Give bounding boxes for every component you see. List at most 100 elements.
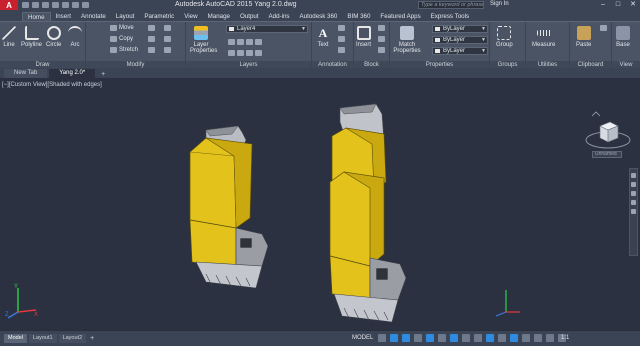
tab-manage[interactable]: Manage: [203, 12, 235, 21]
layer-thaw-icon[interactable]: [246, 50, 253, 56]
layer-on-icon[interactable]: [228, 50, 235, 56]
viewport-controls-label[interactable]: [−][Custom View][Shaded with edges]: [2, 82, 102, 88]
tab-insert[interactable]: Insert: [51, 12, 76, 21]
object-snap-icon[interactable]: [450, 334, 458, 342]
model-space-toggle[interactable]: MODEL: [352, 335, 373, 341]
dynamic-ucs-icon[interactable]: [510, 334, 518, 342]
group-button[interactable]: Group: [496, 24, 513, 48]
save-as-icon[interactable]: [52, 2, 59, 8]
doc-tab-yang[interactable]: Yang 2.0*: [49, 69, 96, 78]
right-part-model[interactable]: [329, 103, 407, 323]
add-layout-button[interactable]: +: [88, 334, 96, 343]
linetype-dropdown[interactable]: ByLayer ▼: [432, 47, 488, 55]
color-dropdown[interactable]: ByLayer ▼: [432, 25, 488, 33]
maximize-button[interactable]: □: [613, 0, 623, 10]
layout-tab-model[interactable]: Model: [4, 334, 27, 343]
tab-view[interactable]: View: [179, 12, 202, 21]
annotation-scale[interactable]: 1:1: [561, 335, 569, 341]
array-button[interactable]: [164, 47, 171, 53]
layer-lock-icon[interactable]: [255, 39, 262, 45]
tab-annotate[interactable]: Annotate: [76, 12, 111, 21]
minimize-button[interactable]: –: [598, 0, 608, 10]
layout-tab-layout2[interactable]: Layout2: [58, 334, 87, 343]
layer-off-icon[interactable]: [228, 39, 235, 45]
cut-button[interactable]: [600, 25, 607, 31]
tab-bim-360[interactable]: BIM 360: [342, 12, 375, 21]
named-views-dropdown[interactable]: Unnamed: [592, 151, 622, 158]
edit-block-button[interactable]: [378, 36, 385, 42]
orbit-icon[interactable]: [631, 200, 636, 205]
trim-button[interactable]: [164, 25, 171, 31]
layer-unisolate-icon[interactable]: [237, 50, 244, 56]
lineweight-icon[interactable]: [462, 334, 470, 342]
table-button[interactable]: [338, 47, 345, 53]
tab-parametric[interactable]: Parametric: [139, 12, 179, 21]
leader-button[interactable]: [338, 36, 345, 42]
showmotion-icon[interactable]: [631, 209, 636, 214]
polar-tracking-icon[interactable]: [414, 334, 422, 342]
measure-button[interactable]: Measure: [532, 24, 555, 48]
tab-autodesk-360[interactable]: Autodesk 360: [295, 12, 343, 21]
gizmo-icon[interactable]: [534, 334, 542, 342]
tab-add-ins[interactable]: Add-ins: [264, 12, 295, 21]
lineweight-dropdown[interactable]: ByLayer ▼: [432, 36, 488, 44]
add-document-tab-button[interactable]: +: [97, 71, 109, 78]
grid-icon[interactable]: [378, 334, 386, 342]
tab-layout[interactable]: Layout: [111, 12, 140, 21]
stretch-button[interactable]: Stretch: [110, 47, 138, 53]
layer-properties-button[interactable]: Layer Properties: [190, 24, 217, 54]
open-file-icon[interactable]: [32, 2, 39, 8]
polyline-tool[interactable]: Polyline: [21, 24, 42, 48]
left-part-model[interactable]: [189, 125, 269, 289]
paste-button[interactable]: Paste: [576, 24, 591, 48]
doc-tab-new-tab[interactable]: New Tab: [4, 69, 48, 78]
pan-icon[interactable]: [631, 182, 636, 187]
line-tool[interactable]: Line: [2, 24, 16, 48]
circle-tool[interactable]: Circle: [46, 24, 61, 48]
layer-dropdown[interactable]: Layer4 ▼: [226, 25, 308, 33]
undo-icon[interactable]: [72, 2, 79, 8]
mirror-button[interactable]: [148, 36, 155, 42]
edit-attributes-button[interactable]: [378, 47, 385, 53]
3d-osnap-icon[interactable]: [498, 334, 506, 342]
ortho-icon[interactable]: [402, 334, 410, 342]
tab-home[interactable]: Home: [22, 12, 51, 21]
selection-filter-icon[interactable]: [522, 334, 530, 342]
snap-icon[interactable]: [390, 334, 398, 342]
fillet-button[interactable]: [164, 36, 171, 42]
base-view-button[interactable]: Base: [616, 24, 630, 48]
layer-unlock-icon[interactable]: [255, 50, 262, 56]
move-button[interactable]: Move: [110, 25, 134, 31]
new-file-icon[interactable]: [22, 2, 29, 8]
zoom-icon[interactable]: [631, 191, 636, 196]
dimension-button[interactable]: [338, 25, 345, 31]
plot-icon[interactable]: [62, 2, 69, 8]
text-button[interactable]: A Text: [316, 24, 330, 48]
selection-cycling-icon[interactable]: [486, 334, 494, 342]
create-block-button[interactable]: [378, 25, 385, 31]
layer-isolate-icon[interactable]: [237, 39, 244, 45]
save-icon[interactable]: [42, 2, 49, 8]
tab-express-tools[interactable]: Express Tools: [426, 12, 474, 21]
tab-output[interactable]: Output: [235, 12, 264, 21]
scale-button[interactable]: [148, 47, 155, 53]
annotation-visibility-icon[interactable]: [546, 334, 554, 342]
rotate-button[interactable]: [148, 25, 155, 31]
drawing-viewport[interactable]: [−][Custom View][Shaded with edges] Unna…: [0, 78, 640, 330]
object-snap-tracking-icon[interactable]: [438, 334, 446, 342]
transparency-icon[interactable]: [474, 334, 482, 342]
sign-in-button[interactable]: Sign In: [490, 1, 509, 7]
arc-tool[interactable]: Arc: [68, 24, 82, 48]
search-input[interactable]: Type a keyword or phrase: [418, 1, 484, 9]
layer-freeze-icon[interactable]: [246, 39, 253, 45]
steering-wheel-icon[interactable]: [631, 173, 636, 178]
redo-icon[interactable]: [82, 2, 89, 8]
match-properties-button[interactable]: Match Properties: [392, 24, 422, 54]
copy-button[interactable]: Copy: [110, 36, 133, 42]
isodraft-icon[interactable]: [426, 334, 434, 342]
insert-button[interactable]: Insert: [356, 24, 371, 48]
close-button[interactable]: ✕: [628, 0, 638, 10]
application-menu-button[interactable]: A: [0, 0, 18, 10]
layout-tab-layout1[interactable]: Layout1: [28, 334, 57, 343]
tab-featured-apps[interactable]: Featured Apps: [375, 12, 425, 21]
